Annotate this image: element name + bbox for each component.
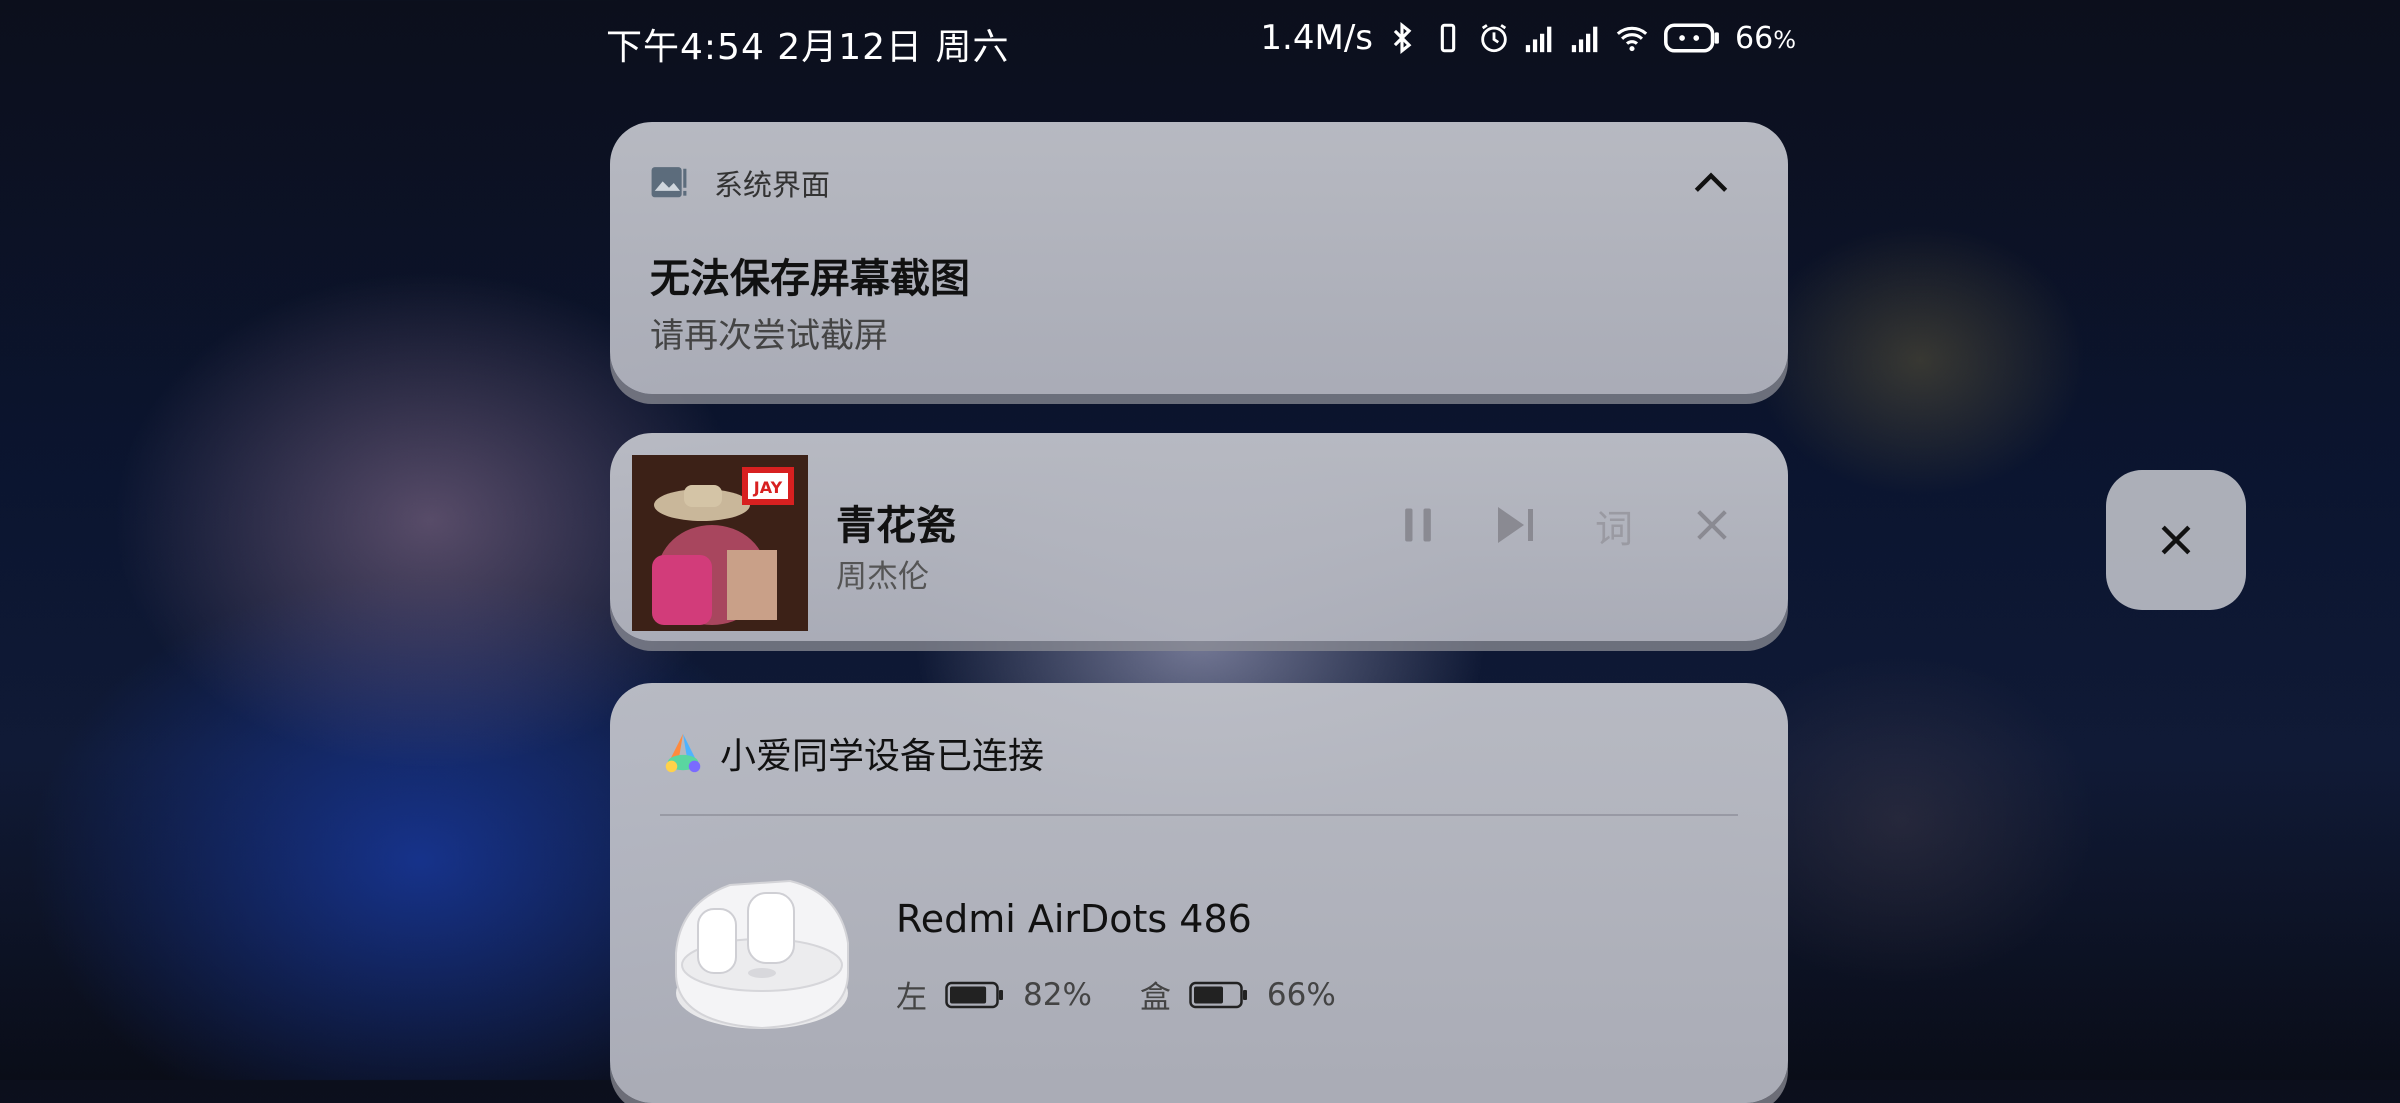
media-controls: 词: [1394, 501, 1736, 551]
song-title: 青花瓷: [836, 503, 956, 549]
next-track-button[interactable]: [1492, 501, 1540, 549]
left-battery-fill: [950, 986, 987, 1003]
media-close-button[interactable]: [1688, 501, 1736, 549]
battery-icon: [945, 981, 1003, 1008]
left-battery-percent: 82%: [1023, 976, 1092, 1013]
device-name: Redmi AirDots 486: [896, 897, 1252, 941]
left-earbud-label: 左: [896, 980, 927, 1016]
collapse-button[interactable]: [1686, 158, 1736, 208]
gallery-icon: [651, 167, 687, 198]
notification-title: 无法保存屏幕截图: [650, 256, 970, 302]
screenshot-failed-notification[interactable]: 系统界面 无法保存屏幕截图 请再次尝试截屏: [610, 122, 1788, 394]
xiaoai-header: 小爱同学设备已连接: [660, 727, 1044, 779]
xiaoai-device-card[interactable]: 小爱同学设备已连接 Redmi AirDots 486 左 82% 盒 66%: [610, 683, 1788, 1103]
bluetooth-icon: [1393, 22, 1412, 54]
media-player-card[interactable]: JAY 青花瓷 周杰伦 词: [610, 433, 1788, 641]
album-cover-image: JAY: [632, 455, 808, 631]
battery-icon: [1189, 981, 1247, 1008]
album-art[interactable]: JAY: [632, 455, 808, 631]
close-icon: [2161, 525, 2191, 555]
xiaoai-logo-icon: [665, 733, 701, 773]
lyrics-label: 词: [1594, 506, 1633, 551]
signal-icon: [1525, 26, 1552, 53]
battery-icon: [1664, 23, 1719, 53]
case-battery-fill: [1193, 986, 1223, 1003]
status-icons: 1.4M/s 66%: [1260, 18, 1796, 58]
battery-percent: 66%: [1735, 20, 1796, 56]
notification-header: 系统界面: [650, 162, 830, 204]
xiaoai-title: 小爱同学设备已连接: [720, 736, 1045, 777]
chevron-up-icon: [1694, 172, 1728, 192]
app-name: 系统界面: [714, 168, 831, 202]
skip-next-icon: [1498, 507, 1533, 543]
earbuds-image: [675, 879, 849, 1030]
artist-name: 周杰伦: [836, 559, 929, 595]
divider: [660, 814, 1738, 816]
vibrate-icon: [1440, 23, 1456, 53]
album-badge: JAY: [753, 478, 783, 497]
network-speed: 1.4M/s: [1260, 18, 1373, 58]
battery-status: 左 82% 盒 66%: [896, 972, 1384, 1017]
case-label: 盒: [1139, 980, 1171, 1016]
close-icon: [1697, 510, 1727, 540]
status-bar: 下午4:54 2月12日 周六 1.4M/s 66%: [0, 0, 2400, 86]
pause-button[interactable]: [1394, 501, 1442, 549]
alarm-icon: [1481, 24, 1507, 53]
clear-notifications-button[interactable]: [2106, 470, 2246, 610]
status-time-date: 下午4:54 2月12日 周六: [606, 27, 1010, 68]
pause-icon: [1405, 508, 1431, 542]
signal-icon: [1571, 26, 1598, 53]
case-battery-percent: 66%: [1266, 976, 1336, 1013]
wifi-icon: [1616, 26, 1648, 52]
notification-text: 请再次尝试截屏: [650, 316, 888, 356]
lyrics-button[interactable]: 词: [1590, 501, 1638, 551]
